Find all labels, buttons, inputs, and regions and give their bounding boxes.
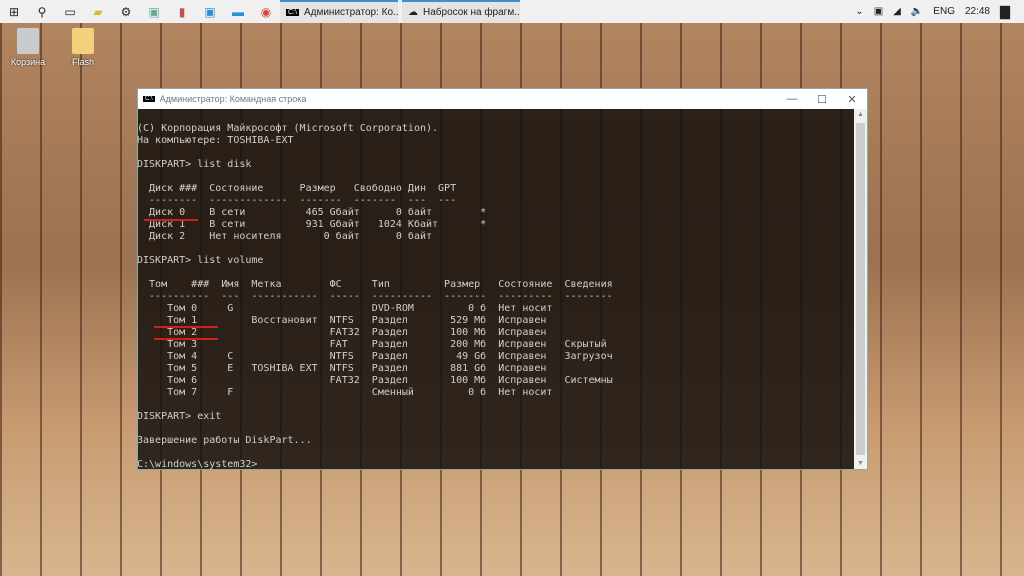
close-button[interactable]: ✕: [837, 93, 867, 106]
wifi-icon[interactable]: ◢: [893, 6, 901, 17]
network-icon[interactable]: ▣: [874, 6, 883, 17]
console-line: Том 7 F Сменный 0 б Нет носит: [138, 387, 553, 398]
console-line: Диск 1 В сети 931 Gбайт 1024 Kбайт *: [138, 219, 487, 230]
console-line: DISKPART> list disk: [138, 159, 252, 170]
cmd-icon: C:\: [143, 96, 155, 102]
console-line: Диск 2 Нет носителя 0 байт 0 байт: [138, 231, 433, 242]
desktop-icon-recycle-bin[interactable]: Корзина: [3, 28, 53, 67]
desktop-icon-flash[interactable]: Flash: [58, 28, 108, 67]
remote-app-icon[interactable]: ▣: [140, 0, 168, 23]
task-label: Администратор: Ко...: [303, 7, 398, 18]
notifications-icon[interactable]: ▇: [1000, 4, 1010, 20]
app-icon[interactable]: ▮: [168, 0, 196, 23]
scrollbar[interactable]: ▲ ▼: [854, 109, 867, 469]
console-line: Том 3 FAT Раздел 200 Мб Исправен Скрытый: [138, 339, 607, 350]
task-view-icon[interactable]: ▭: [56, 0, 84, 23]
console-line: Том ### Имя Метка ФС Тип Размер Состояни…: [138, 279, 613, 290]
maximize-button[interactable]: ☐: [807, 93, 837, 106]
cmd-window: C:\ Администратор: Командная строка — ☐ …: [137, 88, 868, 470]
app-icon-2[interactable]: ▣: [196, 0, 224, 23]
task-cmd[interactable]: C:\ Администратор: Ко...: [280, 0, 398, 23]
console-line: (C) Корпорация Майкрософт (Microsoft Cor…: [138, 123, 439, 134]
desktop-icon-label: Корзина: [10, 57, 46, 67]
scroll-up-icon[interactable]: ▲: [854, 111, 867, 118]
desktop-icon-label: Flash: [71, 57, 94, 67]
title-bar[interactable]: C:\ Администратор: Командная строка — ☐ …: [138, 89, 867, 109]
volume-icon[interactable]: 🔈: [911, 6, 923, 17]
system-tray: ⌄ ▣ ◢ 🔈 ENG 22:48 ▇: [855, 4, 1024, 20]
monitor-icon[interactable]: ▬: [224, 0, 252, 23]
console-line: DISKPART> list volume: [138, 255, 264, 266]
annotation-underline-vol1: [154, 326, 218, 328]
console-line: Диск 0 В сети 465 Gбайт 0 байт *: [138, 207, 487, 218]
window-title: Администратор: Командная строка: [159, 94, 307, 104]
annotation-underline-disk0: [144, 219, 198, 221]
console-text: (C) Корпорация Майкрософт (Microsoft Cor…: [138, 123, 613, 469]
console-line: Завершение работы DiskPart...: [138, 435, 312, 446]
scroll-down-icon[interactable]: ▼: [854, 460, 867, 467]
start-icon[interactable]: ⊞: [0, 0, 28, 23]
search-icon[interactable]: ⚲: [28, 0, 56, 23]
task-snip[interactable]: ☁ Набросок на фрагм...: [402, 0, 520, 23]
language-indicator[interactable]: ENG: [933, 6, 955, 17]
taskbar: ⊞ ⚲ ▭ ▰ ⚙ ▣ ▮ ▣ ▬ ◉ C:\ Администратор: Ко…: [0, 0, 1024, 23]
console-line: Том 0 G DVD-ROM 0 б Нет носит: [138, 303, 553, 314]
console-line: C:\windows\system32>: [138, 459, 258, 469]
recycle-bin-icon: [17, 28, 39, 54]
task-label: Набросок на фрагм...: [423, 7, 520, 18]
folder-icon: [72, 28, 94, 54]
snip-icon: ☁: [408, 7, 418, 18]
annotation-underline-vol2: [154, 338, 218, 340]
file-explorer-icon[interactable]: ▰: [84, 0, 112, 23]
scrollbar-thumb[interactable]: [856, 123, 865, 455]
console-line: На компьютере: TOSHIBA-EXT: [138, 135, 294, 146]
chrome-icon[interactable]: ◉: [252, 0, 280, 23]
clock[interactable]: 22:48: [965, 6, 990, 17]
console-line: Том 6 FAT32 Раздел 100 Мб Исправен Систе…: [138, 375, 613, 386]
console-line: ---------- --- ----------- ----- -------…: [138, 291, 613, 302]
minimize-button[interactable]: —: [777, 93, 807, 106]
chevron-up-icon[interactable]: ⌄: [855, 6, 863, 17]
console-line: Том 4 C NTFS Раздел 49 Gб Исправен Загру…: [138, 351, 613, 362]
console-line: Диск ### Состояние Размер Свободно Дин G…: [138, 183, 457, 194]
console-output[interactable]: (C) Корпорация Майкрософт (Microsoft Cor…: [138, 109, 854, 469]
cmd-icon: C:\: [286, 9, 299, 16]
console-line: DISKPART> exit: [138, 411, 222, 422]
console-line: Том 5 E TOSHIBA EXT NTFS Раздел 881 Gб И…: [138, 363, 547, 374]
settings-icon[interactable]: ⚙: [112, 0, 140, 23]
console-line: -------- ------------- ------- ------- -…: [138, 195, 457, 206]
